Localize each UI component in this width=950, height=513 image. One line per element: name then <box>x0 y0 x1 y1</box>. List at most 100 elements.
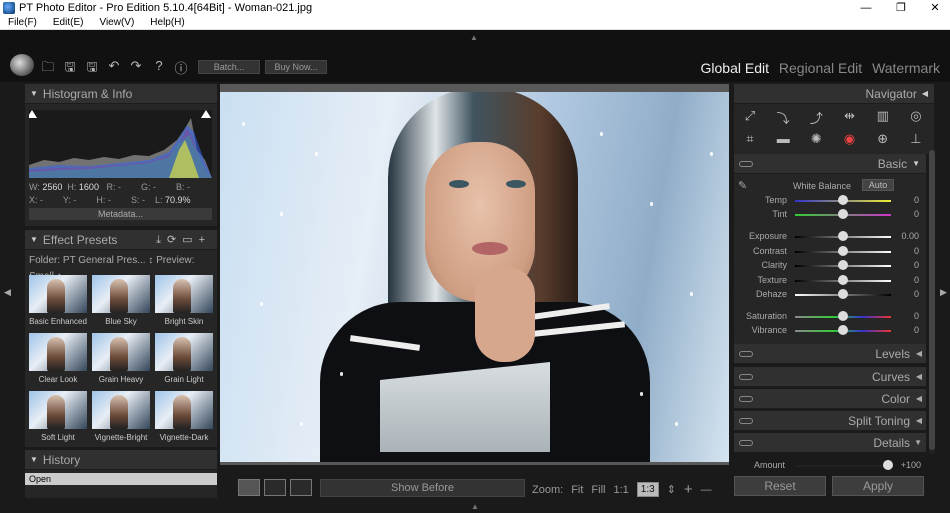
spot-heal-icon[interactable]: ⊕ <box>871 131 895 147</box>
history-item[interactable]: Open <box>25 473 217 485</box>
section-toggle[interactable] <box>739 440 753 446</box>
scrollbar-thumb[interactable] <box>929 150 935 450</box>
curves-section[interactable]: Curves ◀ <box>734 367 926 387</box>
crop-icon[interactable]: ⌗ <box>738 131 762 147</box>
preset-thumb[interactable] <box>29 333 87 371</box>
info-icon[interactable]: ⓘ <box>172 58 190 77</box>
vignette-icon[interactable]: ✺ <box>804 131 828 147</box>
single-view-button[interactable] <box>238 479 260 496</box>
wb-auto-button[interactable]: Auto <box>862 179 894 191</box>
zoom-ratio-input[interactable]: 1:3 <box>636 482 659 497</box>
navigator-header[interactable]: Navigator ◀ <box>734 84 934 104</box>
menu-help[interactable]: Help(H) <box>150 17 184 28</box>
add-icon[interactable]: + <box>199 234 211 246</box>
undo-icon[interactable]: ↶ <box>105 58 123 74</box>
zoom-fill-button[interactable]: Fill <box>591 484 605 496</box>
tool-icons-row1: ⤢ ⤵ ⤴ ⇹ ▥ ◎ <box>738 108 928 127</box>
preset-thumb[interactable] <box>29 275 87 313</box>
basic-toggle[interactable] <box>739 161 753 167</box>
color-section[interactable]: Color ◀ <box>734 389 926 409</box>
help-icon[interactable]: ? <box>150 58 168 73</box>
buy-now-button[interactable]: Buy Now... <box>265 60 327 74</box>
presets-header[interactable]: ▼ Effect Presets ⤓⟳▭+ <box>25 230 217 250</box>
amount-track[interactable] <box>797 465 893 467</box>
tab-watermark[interactable]: Watermark <box>872 60 940 76</box>
zoom-100-button[interactable]: 1:1 <box>613 484 628 496</box>
slider-knob[interactable] <box>838 289 848 299</box>
collapse-top-icon[interactable]: ▲ <box>470 33 478 42</box>
collapse-left-icon[interactable]: ◀ <box>4 287 11 298</box>
amount-slider-knob[interactable] <box>883 460 894 470</box>
preset-thumb[interactable] <box>29 391 87 429</box>
zoom-out-button[interactable]: — <box>701 484 712 496</box>
redo-icon[interactable]: ↷ <box>127 58 145 74</box>
rotate-icon[interactable]: ⤵ <box>771 108 795 127</box>
width-value: 2560 <box>42 182 63 192</box>
slider-knob[interactable] <box>838 231 848 241</box>
section-toggle[interactable] <box>739 374 753 380</box>
tab-global-edit[interactable]: Global Edit <box>701 60 769 76</box>
red-eye-icon[interactable]: ◉ <box>838 131 862 147</box>
eyedropper-icon[interactable]: ✎ <box>738 179 747 192</box>
zoom-stepper-icon[interactable]: ⇕ <box>667 483 676 496</box>
stamp-icon[interactable]: ⊥ <box>904 131 928 147</box>
straighten-icon[interactable]: ⤴ <box>804 108 828 127</box>
preset-thumb[interactable] <box>155 391 213 429</box>
perspective-icon[interactable]: ▥ <box>871 108 895 127</box>
collapse-right-icon[interactable]: ▶ <box>940 287 947 298</box>
slider-value: 0 <box>913 289 919 299</box>
preset-thumb[interactable] <box>155 275 213 313</box>
vibrance-slider-row: Vibrance 0 <box>737 325 927 337</box>
preset-thumb[interactable] <box>155 333 213 371</box>
history-header[interactable]: ▼ History <box>25 450 217 470</box>
preset-thumb[interactable] <box>92 333 150 371</box>
slider-knob[interactable] <box>838 209 848 219</box>
slider-knob[interactable] <box>838 325 848 335</box>
basic-header[interactable]: Basic ▼ <box>734 154 926 174</box>
resize-icon[interactable]: ⤢ <box>738 108 762 127</box>
tab-regional-edit[interactable]: Regional Edit <box>779 60 862 76</box>
photo-preview[interactable] <box>220 92 729 462</box>
section-toggle[interactable] <box>739 396 753 402</box>
save-icon[interactable]: 🖫 <box>61 58 79 80</box>
preset-thumb[interactable] <box>92 391 150 429</box>
minimize-button[interactable]: — <box>851 0 881 16</box>
open-folder-icon[interactable]: 🗀 <box>39 58 57 80</box>
collapse-bottom-icon[interactable]: ▲ <box>471 502 479 511</box>
folder-icon[interactable]: ▭ <box>182 234 198 246</box>
batch-button[interactable]: Batch... <box>198 60 260 74</box>
menu-edit[interactable]: Edit(E) <box>53 17 84 28</box>
show-before-button[interactable]: Show Before <box>320 479 525 497</box>
split-horizontal-view-button[interactable] <box>290 479 312 496</box>
section-toggle[interactable] <box>739 351 753 357</box>
zoom-fit-button[interactable]: Fit <box>571 484 583 496</box>
clone-icon[interactable]: ▬ <box>771 131 795 147</box>
preset-folder-bar[interactable]: Folder: PT General Pres... ↕ Preview: Sm… <box>25 253 217 282</box>
menu-view[interactable]: View(V) <box>99 17 134 28</box>
menu-file[interactable]: File(F) <box>8 17 37 28</box>
split-toning-section[interactable]: Split Toning ◀ <box>734 411 926 431</box>
slider-knob[interactable] <box>838 311 848 321</box>
section-toggle[interactable] <box>739 418 753 424</box>
zoom-in-button[interactable]: + <box>684 481 693 498</box>
histogram-header[interactable]: ▼ Histogram & Info <box>25 84 217 104</box>
import-icon[interactable]: ⤓ <box>156 234 167 246</box>
levels-section[interactable]: Levels ◀ <box>734 344 926 364</box>
details-section[interactable]: Details ▼ <box>734 433 926 453</box>
spiral-icon[interactable]: ◎ <box>904 108 928 127</box>
slider-knob[interactable] <box>838 260 848 270</box>
close-button[interactable]: ✕ <box>920 0 950 16</box>
maximize-button[interactable]: ❐ <box>886 0 916 16</box>
flip-icon[interactable]: ⇹ <box>838 108 862 127</box>
refresh-icon[interactable]: ⟳ <box>167 234 182 246</box>
reset-button[interactable]: Reset <box>734 476 826 496</box>
save-as-icon[interactable]: 🖫 <box>83 58 101 80</box>
apply-button[interactable]: Apply <box>832 476 924 496</box>
slider-knob[interactable] <box>838 246 848 256</box>
right-scrollbar[interactable] <box>929 150 935 454</box>
metadata-button[interactable]: Metadata... <box>29 208 212 220</box>
split-vertical-view-button[interactable] <box>264 479 286 496</box>
slider-knob[interactable] <box>838 195 848 205</box>
preset-thumb[interactable] <box>92 275 150 313</box>
slider-knob[interactable] <box>838 275 848 285</box>
